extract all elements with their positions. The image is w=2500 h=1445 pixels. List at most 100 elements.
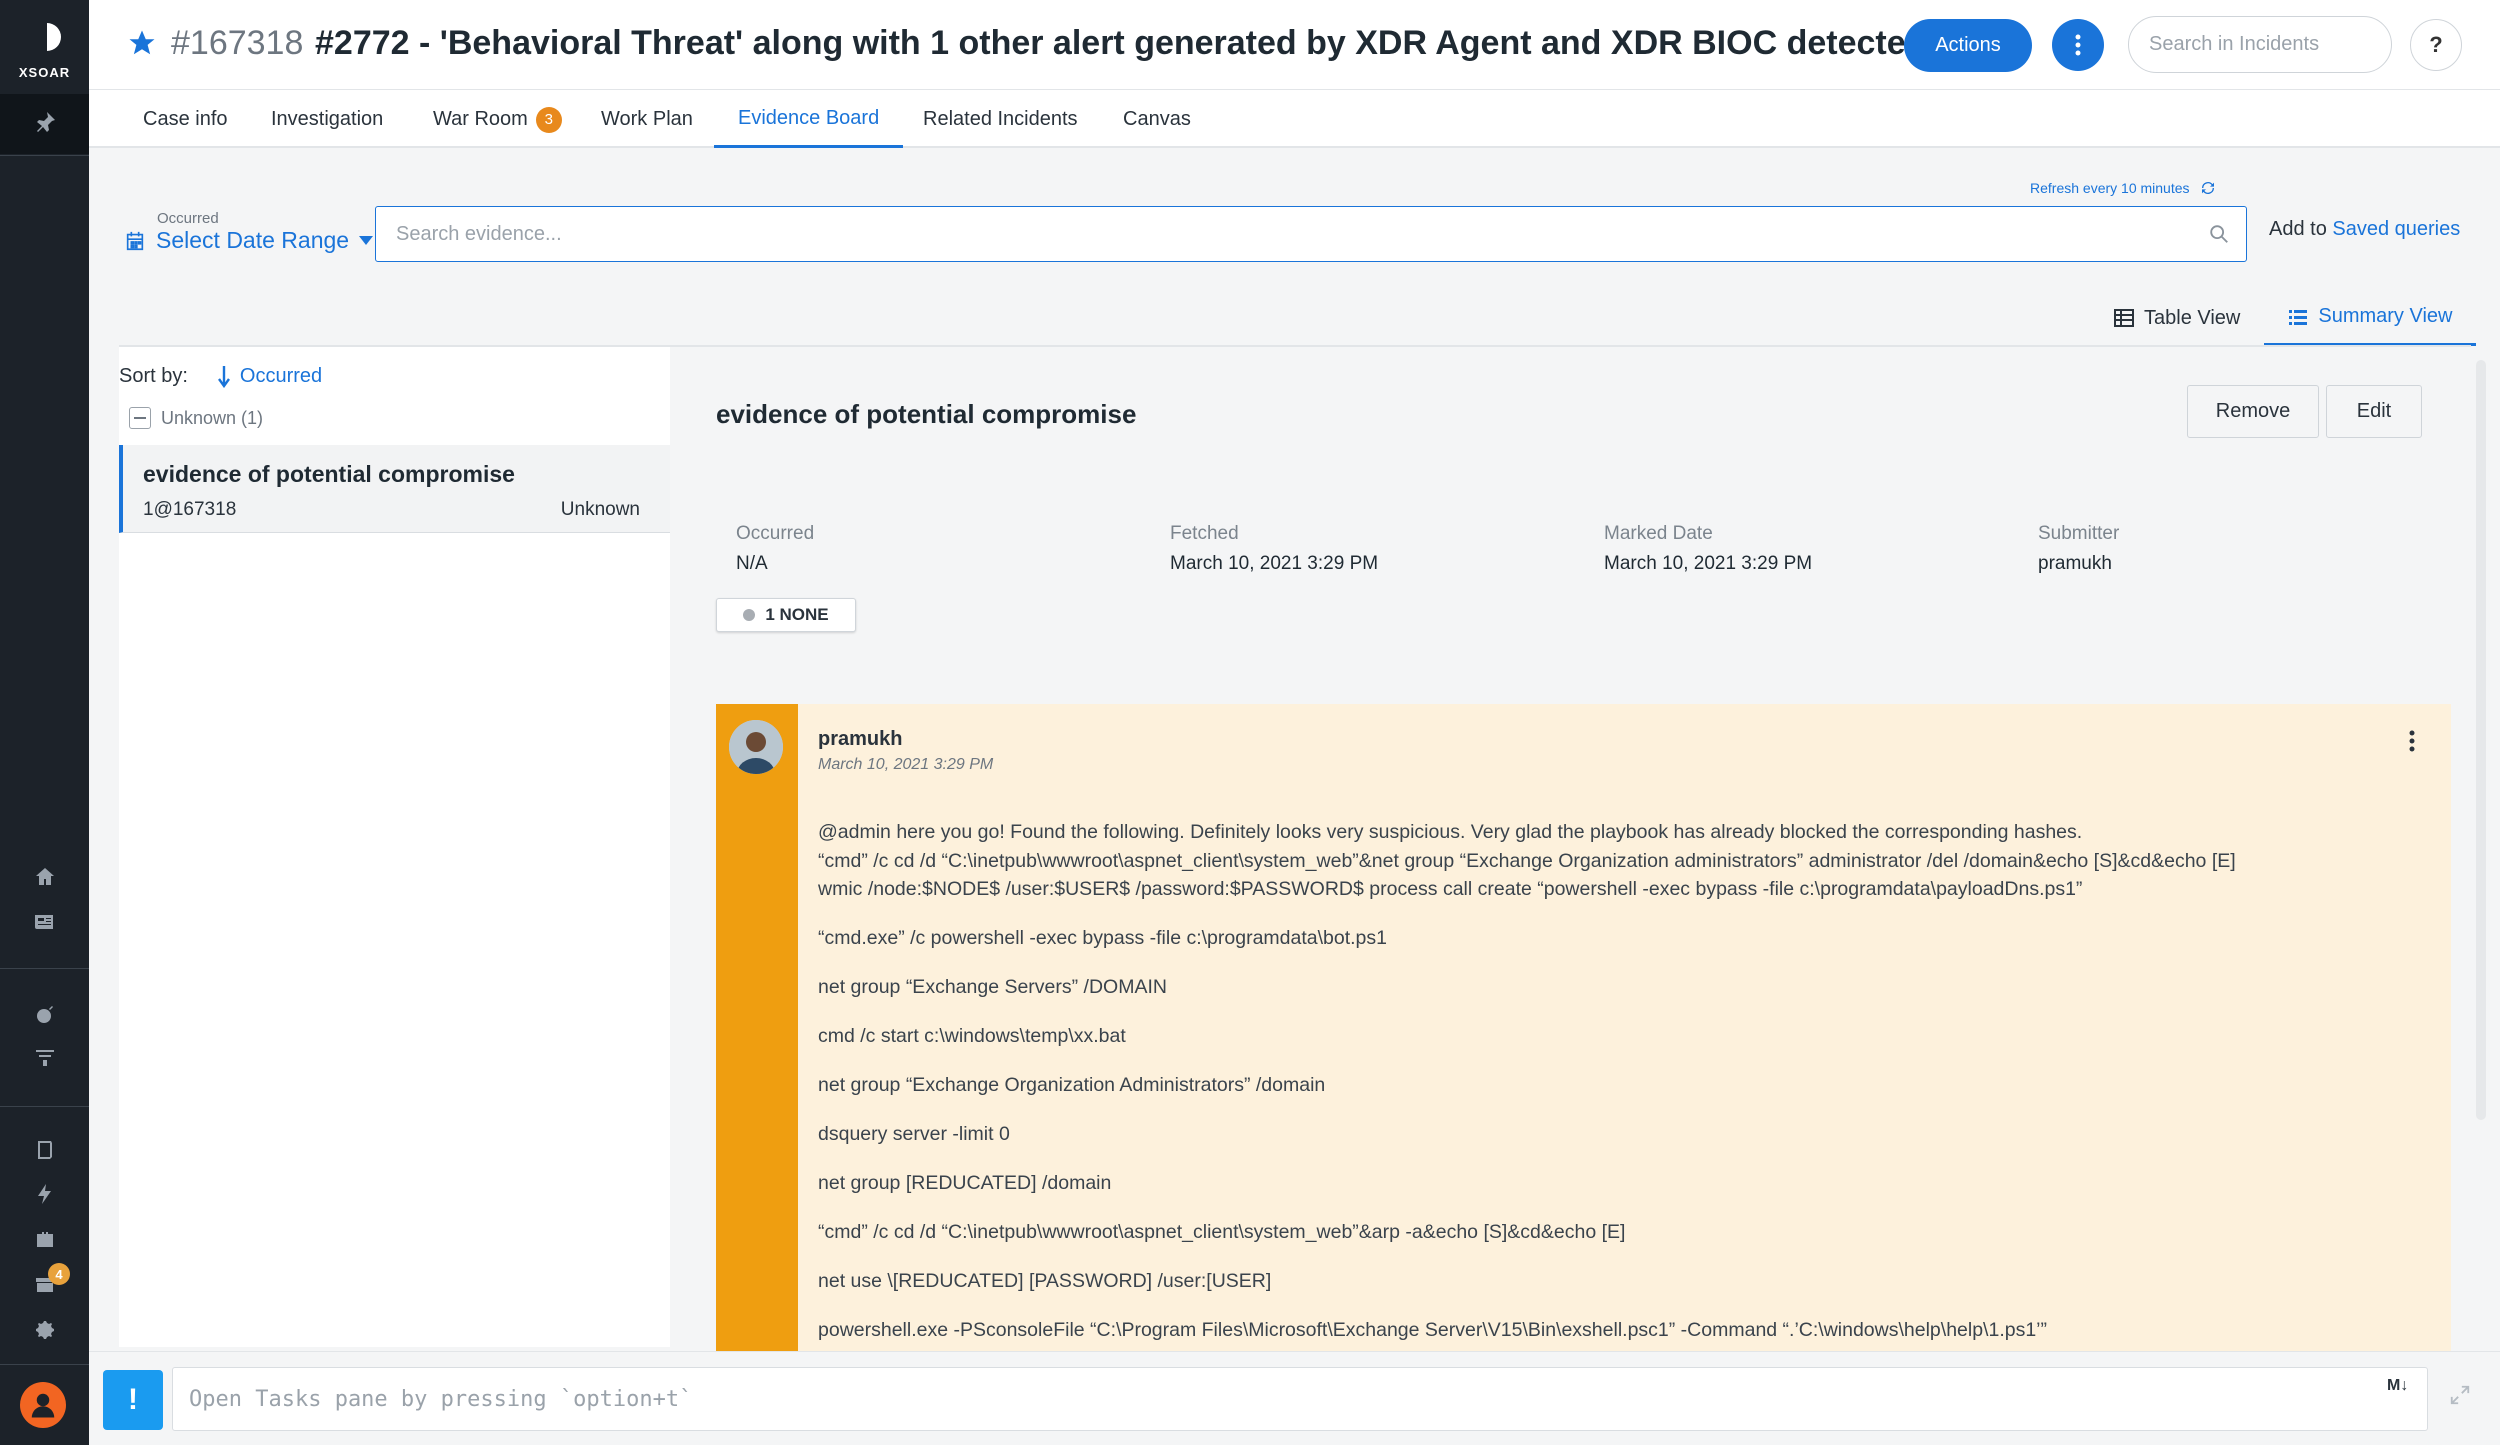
- severity-tag[interactable]: 1 NONE: [716, 598, 856, 632]
- list-item[interactable]: evidence of potential compromise 1@16731…: [119, 445, 670, 533]
- caret-down-icon: [359, 235, 374, 245]
- gear-icon[interactable]: [0, 1308, 89, 1352]
- field-submitter: Submitter pramukh: [2038, 523, 2119, 575]
- markdown-icon[interactable]: M↓: [2387, 1377, 2408, 1395]
- bomb-icon[interactable]: [0, 992, 89, 1036]
- saved-queries-link[interactable]: Saved queries: [2332, 218, 2460, 240]
- detail-scrollbar[interactable]: [2476, 360, 2486, 1120]
- marketplace-icon[interactable]: [0, 1262, 89, 1306]
- pin-icon[interactable]: [0, 100, 89, 144]
- status-dot-icon: [743, 609, 756, 621]
- note-line: “cmd” /c cd /d “C:\inetpub\wwwroot\aspne…: [818, 1221, 1626, 1243]
- field-key: Fetched: [1170, 523, 1239, 544]
- cli-bar: ! Open Tasks pane by pressing `option+t`…: [89, 1351, 2500, 1445]
- help-button[interactable]: ?: [2410, 19, 2462, 71]
- war-room-badge: 3: [535, 106, 562, 133]
- evidence-note: pramukh March 10, 2021 3:29 PM @admin he…: [716, 704, 2451, 1404]
- field-value: March 10, 2021 3:29 PM: [1170, 553, 1379, 574]
- more-options-button[interactable]: [2052, 19, 2104, 71]
- incident-number: #167318: [171, 24, 304, 62]
- note-line: net use \[REDUCATED] [PASSWORD] /user:[U…: [818, 1270, 1272, 1292]
- lightning-icon[interactable]: [0, 1172, 89, 1216]
- briefcase-icon[interactable]: [0, 1218, 89, 1262]
- tab-investigation[interactable]: Investigation: [271, 91, 383, 148]
- note-menu-icon[interactable]: [2409, 730, 2415, 752]
- tab-label: War Room: [433, 108, 528, 130]
- table-view-label: Table View: [2144, 306, 2241, 329]
- note-line: powershell.exe -PSconsoleFile “C:\Progra…: [818, 1319, 2048, 1341]
- incident-header: #167318 #2772 - 'Behavioral Threat' alon…: [89, 0, 2500, 90]
- tasks-pane-button[interactable]: !: [103, 1370, 163, 1430]
- book-icon[interactable]: [0, 1128, 89, 1172]
- group-label: Unknown (1): [161, 407, 264, 428]
- refresh-control[interactable]: Refresh every 10 minutes: [2030, 180, 2216, 196]
- field-value: pramukh: [2038, 553, 2112, 574]
- tab-related-incidents[interactable]: Related Incidents: [923, 91, 1078, 148]
- remove-button[interactable]: Remove: [2187, 385, 2319, 438]
- tab-canvas[interactable]: Canvas: [1123, 91, 1191, 148]
- note-line: dsquery server -limit 0: [818, 1123, 1010, 1145]
- list-icon: [2289, 309, 2308, 325]
- note-line: wmic /node:$NODE$ /user:$USER$ /password…: [818, 878, 2083, 900]
- evidence-id: 1@167318: [143, 499, 237, 520]
- note-line: @admin here you go! Found the following.…: [818, 821, 2083, 843]
- note-author: pramukh: [818, 728, 903, 750]
- field-key: Occurred: [736, 523, 815, 544]
- edit-button[interactable]: Edit: [2326, 385, 2422, 438]
- tab-work-plan[interactable]: Work Plan: [601, 91, 693, 148]
- kebab-icon: [2075, 34, 2081, 56]
- tab-label: Case info: [143, 108, 228, 130]
- star-icon[interactable]: [127, 28, 157, 58]
- sort-by-occurred[interactable]: Occurred: [217, 365, 322, 388]
- note-line: “cmd.exe” /c powershell -exec bypass -fi…: [818, 927, 1387, 949]
- search-icon[interactable]: [2208, 223, 2230, 245]
- user-avatar[interactable]: [20, 1382, 66, 1428]
- field-fetched: Fetched March 10, 2021 3:29 PM: [1170, 523, 1378, 575]
- tab-label: Evidence Board: [738, 106, 880, 129]
- actions-button[interactable]: Actions: [1904, 19, 2032, 72]
- detail-title: evidence of potential compromise: [716, 399, 1137, 429]
- evidence-search-placeholder: Search evidence...: [396, 222, 562, 245]
- cli-input[interactable]: Open Tasks pane by pressing `option+t`: [172, 1367, 2428, 1431]
- date-range-picker[interactable]: Occurred Select Date Range: [124, 210, 374, 254]
- evidence-status: Unknown: [560, 499, 640, 520]
- tab-label: Related Incidents: [923, 108, 1078, 130]
- field-marked-date: Marked Date March 10, 2021 3:29 PM: [1604, 523, 1812, 575]
- field-key: Submitter: [2038, 523, 2120, 544]
- author-avatar: [729, 720, 783, 774]
- table-icon: [2114, 309, 2134, 327]
- filter-icon[interactable]: [0, 1035, 89, 1079]
- xsoar-logo-icon: [24, 16, 61, 57]
- table-view-button[interactable]: Table View: [2090, 290, 2264, 346]
- home-icon[interactable]: [0, 855, 89, 899]
- date-range-value: Select Date Range: [156, 227, 350, 253]
- tab-evidence-board[interactable]: Evidence Board: [714, 91, 904, 148]
- tab-war-room[interactable]: War Room 3: [433, 91, 562, 148]
- refresh-icon[interactable]: [2200, 180, 2216, 196]
- search-incidents-input[interactable]: Search in Incidents: [2128, 16, 2392, 73]
- date-range-label: Occurred: [157, 210, 219, 227]
- expand-icon[interactable]: [2449, 1384, 2471, 1406]
- refresh-label: Refresh every 10 minutes: [2030, 180, 2190, 196]
- tab-label: Work Plan: [601, 108, 693, 130]
- tab-case-info[interactable]: Case info: [143, 91, 228, 148]
- incident-tabs: Case info Investigation War Room 3 Work P…: [89, 91, 2500, 148]
- news-icon[interactable]: [0, 900, 89, 944]
- evidence-search-input[interactable]: Search evidence...: [375, 206, 2247, 262]
- note-line: net group “Exchange Organization Adminis…: [818, 1074, 1326, 1096]
- evidence-detail: evidence of potential compromise Remove …: [670, 347, 2470, 1404]
- collapse-icon[interactable]: [129, 407, 151, 429]
- left-nav: XSOAR 4: [0, 0, 89, 1445]
- summary-view-button[interactable]: Summary View: [2264, 290, 2477, 346]
- notification-badge: 4: [48, 1263, 70, 1285]
- xsoar-logo[interactable]: XSOAR: [0, 0, 89, 94]
- group-unknown[interactable]: Unknown (1): [129, 407, 263, 429]
- sort-label: Sort by:: [119, 365, 188, 387]
- calendar-icon: [126, 231, 144, 250]
- field-value: N/A: [736, 553, 768, 574]
- brand-label: XSOAR: [18, 64, 71, 80]
- field-key: Marked Date: [1604, 523, 1713, 544]
- add-to-saved-queries[interactable]: Add to Saved queries: [2269, 218, 2460, 241]
- cli-placeholder: Open Tasks pane by pressing `option+t`: [189, 1386, 693, 1412]
- evidence-list: Sort by: Occurred Unknown (1) evidence o…: [119, 347, 670, 1347]
